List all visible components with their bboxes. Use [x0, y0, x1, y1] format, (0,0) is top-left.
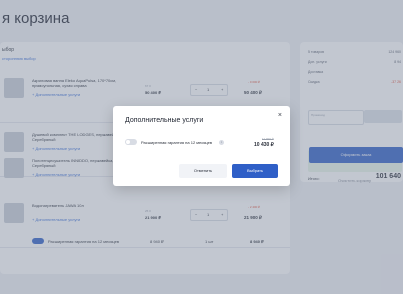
close-icon[interactable]: ×	[278, 112, 282, 119]
warranty-old-price: 11 990 ₽	[262, 137, 274, 141]
additional-services-dialog: Дополнительные услуги × Расширенная гара…	[113, 106, 290, 186]
info-icon[interactable]: i	[219, 140, 224, 145]
warranty-toggle[interactable]	[125, 139, 137, 145]
choose-button[interactable]: Выбрать	[232, 164, 278, 178]
toggle-knob	[126, 140, 130, 144]
dialog-title: Дополнительные услуги	[125, 117, 204, 124]
warranty-price: 10 430 ₽	[254, 142, 274, 148]
warranty-label: Расширенная гарантия на 12 месяцев	[141, 140, 213, 145]
cancel-button[interactable]: Отменить	[179, 164, 227, 178]
